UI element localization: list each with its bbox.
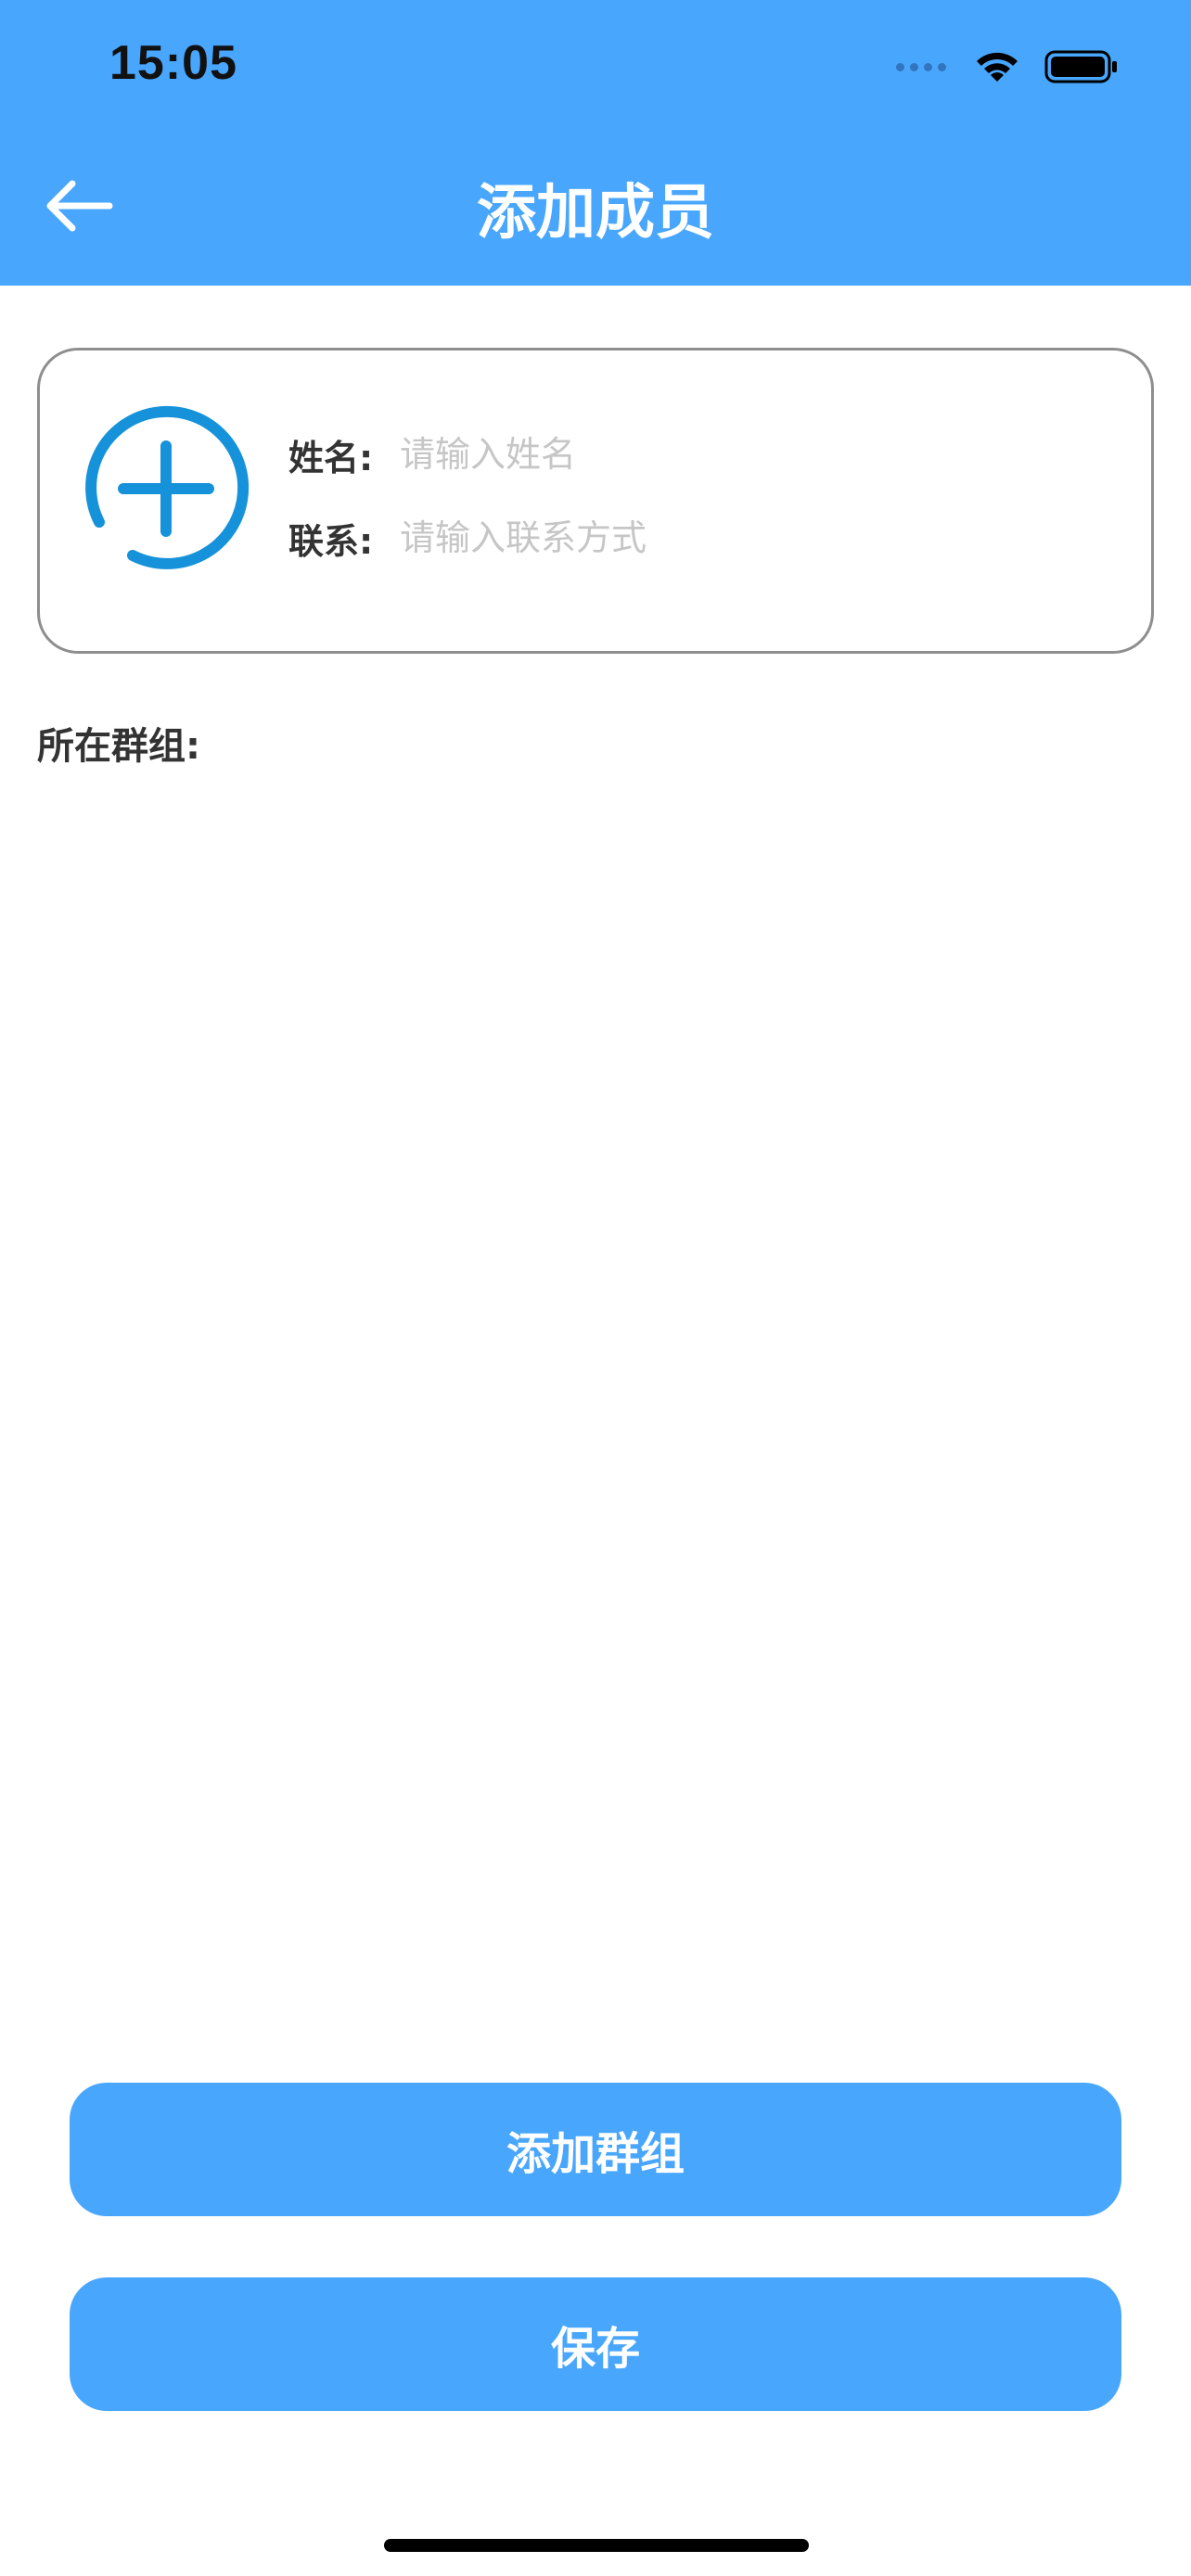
cellular-signal-icon: [896, 62, 952, 71]
add-avatar-button[interactable]: [81, 403, 251, 574]
status-time: 15:05: [109, 36, 237, 90]
add-member-screen: 15:05 添加成员 姓名: 请输入姓名 联系: 请输入联系方式 所在群组: 添…: [0, 0, 1191, 2576]
home-indicator: [384, 2539, 809, 2552]
name-input[interactable]: [400, 428, 1105, 480]
header-bar: 15:05 添加成员: [0, 0, 1191, 286]
status-icons: [896, 45, 1119, 89]
member-info-card: 姓名: 联系:: [37, 348, 1154, 654]
group-section-label: 所在群组:: [37, 725, 200, 768]
name-label: 姓名:: [288, 437, 374, 478]
wifi-icon: [977, 52, 1018, 82]
add-circle-icon: [85, 405, 250, 569]
battery-icon: [1044, 50, 1117, 83]
contact-label: 联系:: [288, 520, 374, 562]
add-group-button[interactable]: 添加群组: [70, 2083, 1121, 2216]
save-button[interactable]: 保存: [70, 2277, 1121, 2411]
name-field-row: 姓名:: [288, 427, 1105, 482]
page-title: 添加成员: [477, 179, 714, 248]
contact-input[interactable]: [400, 512, 1105, 564]
contact-field-row: 联系:: [288, 510, 1105, 566]
